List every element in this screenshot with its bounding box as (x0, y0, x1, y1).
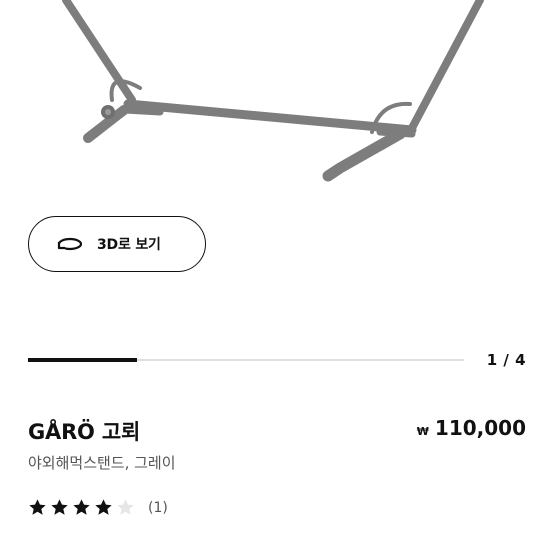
gallery-progress-fill (28, 358, 137, 362)
gallery-progress (28, 358, 464, 362)
star-filled-icon (51, 499, 68, 515)
star-filled-icon (73, 499, 90, 515)
product-price: ₩ 110,000 (417, 416, 526, 440)
rotate-3d-icon (55, 234, 85, 254)
star-filled-icon (95, 499, 112, 515)
product-image (62, 0, 484, 182)
star-filled-icon (29, 499, 46, 515)
product-description: 야외해먹스탠드, 그레이 (28, 454, 176, 472)
review-count[interactable]: (1) (148, 500, 168, 516)
price-currency: ₩ (416, 425, 429, 438)
gallery-counter: 1 / 4 (486, 351, 526, 369)
product-rating[interactable]: (1) (28, 498, 168, 517)
view-3d-button[interactable]: 3D로 보기 (28, 216, 206, 272)
star-empty-icon (117, 499, 134, 515)
rating-stars (28, 498, 138, 517)
view-3d-label: 3D로 보기 (97, 237, 161, 253)
product-title: GÅRÖ 고뢰 (28, 420, 141, 444)
price-amount: 110,000 (434, 416, 526, 440)
